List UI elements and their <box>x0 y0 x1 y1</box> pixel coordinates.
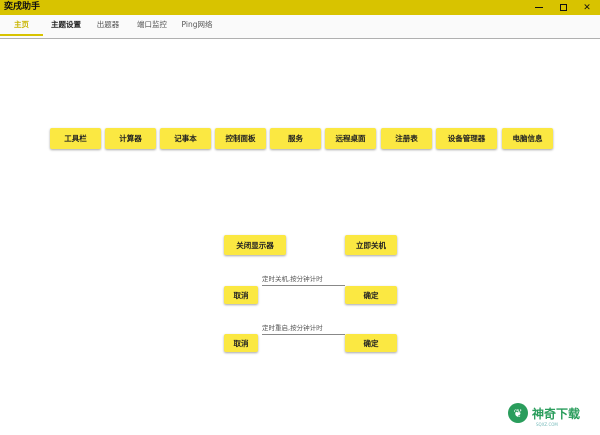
calculator-button[interactable]: 计算器 <box>105 128 156 149</box>
toolbar-button[interactable]: 工具栏 <box>50 128 101 149</box>
watermark-text: 神奇下载 <box>532 406 581 421</box>
watermark-url: SQXZ.COM <box>536 422 558 427</box>
device-manager-button[interactable]: 设备管理器 <box>436 128 497 149</box>
tab-divider <box>0 38 600 39</box>
close-display-button[interactable]: 关闭显示器 <box>224 235 286 255</box>
timed-shutdown-input[interactable] <box>262 272 345 286</box>
registry-button[interactable]: 注册表 <box>381 128 432 149</box>
leaf-icon: ❦ <box>508 403 528 423</box>
close-icon: ✕ <box>583 2 591 13</box>
notepad-button[interactable]: 记事本 <box>160 128 211 149</box>
close-button[interactable]: ✕ <box>576 0 598 15</box>
watermark: ❦ 神奇下载 <box>508 403 580 423</box>
computer-info-button[interactable]: 电脑信息 <box>502 128 553 149</box>
tab-ping-network[interactable]: Ping网络 <box>177 15 217 38</box>
timed-restart-confirm-button[interactable]: 确定 <box>345 334 397 352</box>
title-bar: 奕戌助手 <box>0 0 600 15</box>
remote-desktop-button[interactable]: 远程桌面 <box>325 128 376 149</box>
tab-port-monitor[interactable]: 端口监控 <box>131 15 173 38</box>
shutdown-now-button[interactable]: 立即关机 <box>345 235 397 255</box>
tab-bar: 主页 主题设置 出题器 端口监控 Ping网络 <box>0 15 600 38</box>
timed-restart-cancel-button[interactable]: 取消 <box>224 334 258 352</box>
timed-restart-input[interactable] <box>262 321 345 335</box>
tab-theme-settings[interactable]: 主题设置 <box>45 15 87 38</box>
window-title: 奕戌助手 <box>4 2 41 12</box>
minimize-icon <box>535 7 543 8</box>
control-panel-button[interactable]: 控制面板 <box>215 128 266 149</box>
timed-shutdown-cancel-button[interactable]: 取消 <box>224 286 258 304</box>
tab-question-generator[interactable]: 出题器 <box>90 15 126 38</box>
minimize-button[interactable] <box>528 0 550 15</box>
maximize-icon <box>559 4 567 11</box>
maximize-button[interactable] <box>552 0 574 15</box>
services-button[interactable]: 服务 <box>270 128 321 149</box>
active-tab-indicator <box>0 34 43 36</box>
timed-shutdown-confirm-button[interactable]: 确定 <box>345 286 397 304</box>
